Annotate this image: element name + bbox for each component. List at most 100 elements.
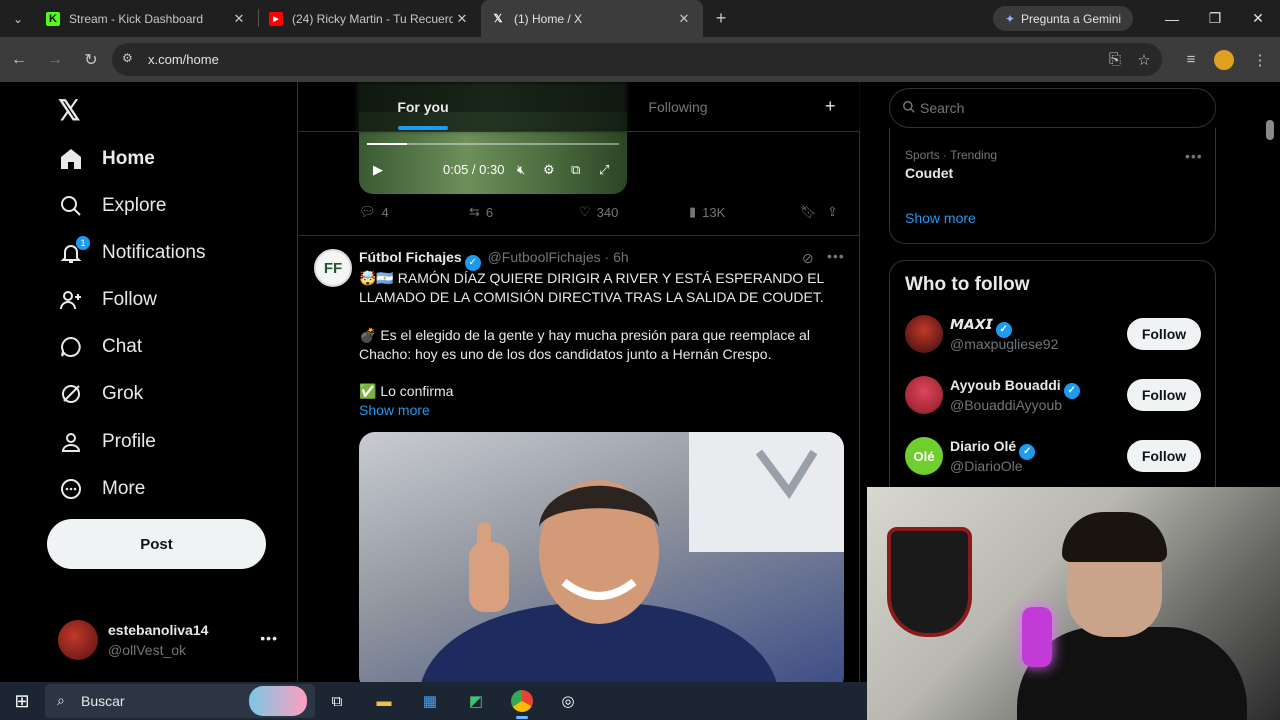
tweet-header: Fútbol Fichajes ✓ @FutboolFichajes · 6h	[359, 249, 629, 271]
more-icon[interactable]: •••	[827, 248, 845, 264]
reply-icon: 💬︎	[359, 204, 376, 219]
tweet-author-name[interactable]: Fútbol Fichajes	[359, 249, 462, 265]
window-close-button[interactable]: ✕	[1236, 0, 1280, 37]
webcam-overlay	[867, 487, 1280, 720]
bookmark-icon[interactable]: 🔖︎	[800, 204, 817, 220]
close-icon[interactable]: ✕	[230, 11, 248, 27]
ole-logo-icon: Olé	[905, 437, 943, 475]
windows-taskbar: ⊞ ⌕ Buscar ⧉ ▬ ▦ ◩ ◎	[0, 682, 867, 720]
close-icon[interactable]: ✕	[453, 11, 471, 27]
browser-tab-x[interactable]: 𝕏 (1) Home / X ✕	[481, 0, 703, 37]
nav-follow[interactable]: Follow	[58, 280, 157, 320]
tweet-divider	[299, 235, 860, 236]
task-view-icon[interactable]: ⧉	[323, 687, 351, 715]
nav-label: Home	[102, 148, 155, 169]
chat-icon	[58, 334, 84, 360]
forward-icon[interactable]: →	[38, 43, 72, 77]
nav-explore[interactable]: Explore	[58, 186, 166, 226]
show-more-link[interactable]: Show more	[905, 210, 976, 226]
tweet-photo	[421, 432, 844, 682]
media-controls-icon[interactable]: ≡	[1176, 37, 1206, 82]
browser-menu-icon[interactable]: ⋮	[1245, 37, 1275, 82]
install-app-icon[interactable]: ⎘	[1100, 37, 1130, 82]
follow-button[interactable]: Follow	[1127, 440, 1201, 472]
account-switcher[interactable]: estebanoliva14 @ollVest_ok •••	[58, 618, 280, 662]
suggestion-handle: @maxpugliese92	[950, 336, 1059, 352]
nav-profile[interactable]: Profile	[58, 422, 156, 462]
views-button[interactable]: ▮ 13K	[689, 204, 725, 220]
app-icon[interactable]: ◩	[462, 687, 490, 715]
search-icon	[902, 100, 916, 117]
follow-suggestion[interactable]: Ayyoub Bouaddi ✓ @BouaddiAyyoub Follow	[905, 374, 1205, 418]
follow-button[interactable]: Follow	[1127, 318, 1201, 350]
more-icon[interactable]: •••	[260, 630, 278, 646]
avatar[interactable]: FF	[314, 249, 352, 287]
suggestion-handle: @DiarioOle	[950, 458, 1023, 474]
browser-tab-youtube[interactable]: ▶ (24) Ricky Martin - Tu Recuerdo ✕	[259, 0, 481, 37]
site-info-icon[interactable]: ⚙	[122, 51, 138, 67]
maximize-button[interactable]: ❐	[1193, 0, 1237, 37]
play-icon[interactable]: ▶	[373, 162, 383, 178]
follow-suggestion[interactable]: 𝙈𝘼𝙓𝙄 ✓ @maxpugliese92 Follow	[905, 313, 1205, 357]
url-text: x.com/home	[148, 52, 219, 67]
more-icon[interactable]: •••	[1185, 148, 1203, 164]
chrome-icon[interactable]	[508, 687, 536, 719]
reply-button[interactable]: 💬︎ 4	[359, 204, 389, 220]
home-icon	[58, 146, 84, 172]
nav-notifications[interactable]: 1 Notifications	[58, 233, 206, 273]
address-bar[interactable]: ⚙ x.com/home	[112, 43, 1162, 76]
reload-icon[interactable]: ↻	[74, 43, 108, 77]
gemini-button[interactable]: ✦ Pregunta a Gemini	[993, 6, 1133, 31]
suggestion-handle: @BouaddiAyyoub	[950, 397, 1063, 413]
like-button[interactable]: ♡ 340	[579, 204, 618, 220]
settings-gear-icon[interactable]: ⚙	[543, 162, 555, 178]
post-button[interactable]: Post	[47, 519, 266, 569]
pip-icon[interactable]: ⧉	[571, 162, 580, 178]
close-icon[interactable]: ✕	[675, 11, 693, 27]
grok-icon	[58, 381, 84, 407]
taskbar-search[interactable]: ⌕ Buscar	[45, 684, 315, 718]
bookmark-star-icon[interactable]: ☆	[1129, 37, 1159, 82]
grok-icon[interactable]: ⊘	[802, 250, 814, 267]
suggestion-name: Ayyoub Bouaddi	[950, 377, 1061, 393]
page-scrollbar[interactable]	[1266, 120, 1274, 140]
x-logo-icon[interactable]: 𝕏	[58, 94, 81, 127]
file-explorer-icon[interactable]: ▬	[370, 687, 398, 715]
tab-following[interactable]: Following	[547, 82, 809, 132]
tweet-timestamp[interactable]: · 6h	[605, 249, 629, 265]
fullscreen-icon[interactable]: ⤢	[599, 162, 609, 178]
new-tab-button[interactable]: +	[703, 0, 739, 37]
share-icon[interactable]: ⇪	[827, 204, 838, 220]
nav-home[interactable]: Home	[58, 139, 155, 179]
show-more-link[interactable]: Show more	[359, 402, 430, 418]
add-feed-icon[interactable]: +	[825, 96, 836, 117]
microsoft-store-icon[interactable]: ▦	[416, 687, 444, 715]
follow-suggestion[interactable]: Olé Diario Olé ✓ @DiarioOle Follow	[905, 435, 1205, 479]
repost-button[interactable]: ⇆ 6	[469, 204, 493, 220]
trend-item[interactable]: Coudet	[905, 165, 953, 181]
nav-more[interactable]: More	[58, 469, 145, 509]
nav-grok[interactable]: Grok	[58, 374, 143, 414]
tab-search-icon[interactable]: ⌄	[0, 0, 36, 37]
browser-tab-kick[interactable]: K Stream - Kick Dashboard ✕	[36, 0, 258, 37]
windows-start-icon[interactable]: ⊞	[8, 690, 36, 712]
gemini-icon: ✦	[1004, 11, 1015, 26]
suggestion-name: 𝙈𝘼𝙓𝙄	[950, 316, 993, 332]
mute-icon[interactable]: 🔇︎	[517, 162, 525, 178]
search-input[interactable]: Search	[889, 88, 1216, 128]
browser-toolbar: ← → ↻ ⚙ x.com/home	[0, 37, 1280, 82]
video-progress-bar[interactable]	[367, 143, 619, 145]
minimize-button[interactable]: —	[1150, 0, 1194, 37]
search-highlight-image	[249, 686, 307, 716]
profile-avatar[interactable]	[1209, 37, 1239, 82]
tweet-image[interactable]	[359, 432, 844, 682]
back-icon[interactable]: ←	[2, 43, 36, 77]
tweet-author-handle[interactable]: @FutboolFichajes	[488, 249, 601, 265]
follow-button[interactable]: Follow	[1127, 379, 1201, 411]
avatar	[58, 620, 98, 660]
tab-for-you[interactable]: For you	[299, 82, 547, 132]
obs-icon[interactable]: ◎	[554, 687, 582, 715]
nav-chat[interactable]: Chat	[58, 327, 142, 367]
streamer-hair	[1062, 512, 1167, 562]
notification-badge: 1	[76, 236, 90, 250]
